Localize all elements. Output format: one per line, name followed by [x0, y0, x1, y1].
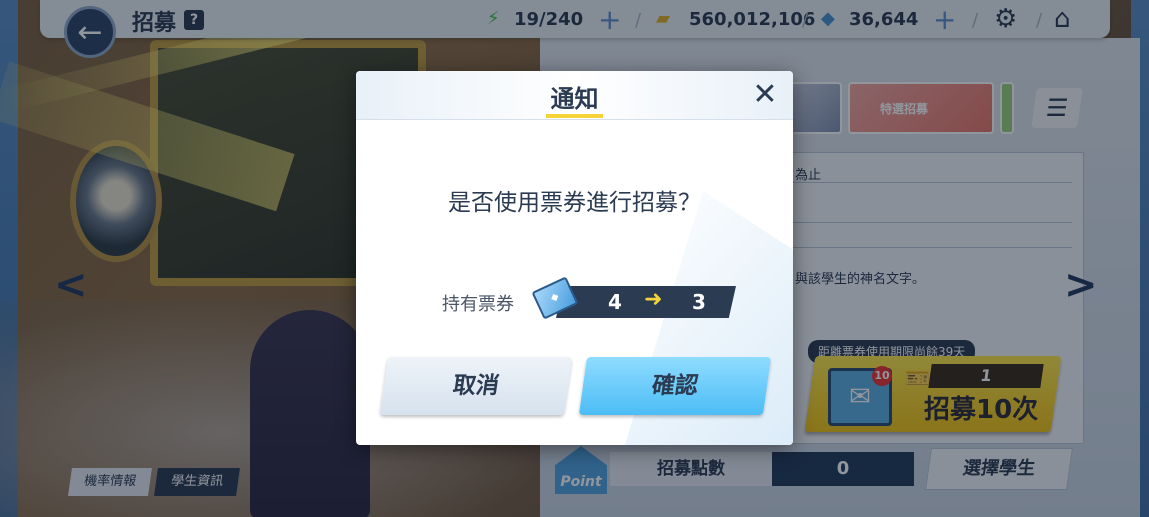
confirm-button[interactable]: 確認 [578, 357, 772, 415]
title-underline [546, 114, 603, 118]
close-icon[interactable]: ✕ [750, 80, 780, 110]
cancel-button[interactable]: 取消 [379, 357, 573, 415]
dialog-title: 通知 [550, 85, 599, 113]
arrow-right-icon: ➜ [644, 287, 663, 312]
held-tickets-label: 持有票券 [442, 294, 514, 315]
confirm-dialog: 通知 ✕ 是否使用票券進行招募？ 持有票券 ◆ 4 ➜ 3 取消 確認 [356, 71, 793, 445]
ticket-count-after: 3 [692, 290, 706, 314]
dialog-question: 是否使用票券進行招募？ [448, 190, 701, 216]
ticket-count-before: 4 [608, 290, 622, 314]
